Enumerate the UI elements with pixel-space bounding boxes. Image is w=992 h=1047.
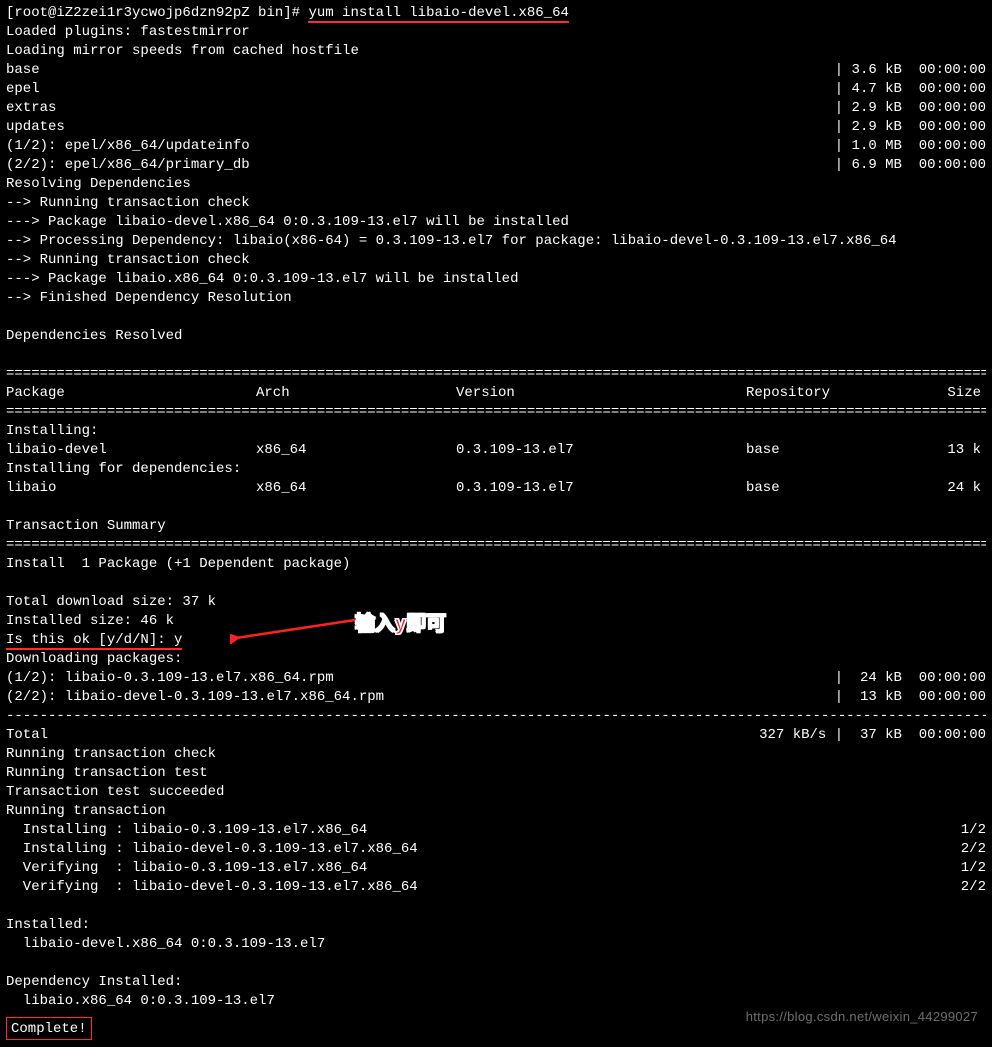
dep-installed-pkg: libaio.x86_64 0:0.3.109-13.el7 [6,992,986,1011]
repo-size-time: | 2.9 kB 00:00:00 [835,118,986,137]
repo-name: updates [6,118,65,137]
repo-name: base [6,61,40,80]
repo-name: extras [6,99,56,118]
output-line: --> Finished Dependency Resolution [6,289,986,308]
trans-step-row: Installing : libaio-0.3.109-13.el7.x86_6… [6,821,986,840]
col-repo: Repository [746,384,921,403]
repo-row: updates | 2.9 kB 00:00:00 [6,118,986,137]
divider-eq: ========================================… [6,365,986,384]
col-version: Version [456,384,746,403]
installing-dep-label: Installing for dependencies: [6,460,986,479]
col-package: Package [6,384,256,403]
divider-dash: ----------------------------------------… [6,707,986,726]
repo-file-label: (2/2): epel/x86_64/primary_db [6,156,250,175]
shell-prompt-line: [root@iZ2zei1r3ycwojp6dzn92pZ bin]# yum … [6,4,986,23]
output-line: Loaded plugins: fastestmirror [6,23,986,42]
blank-line [6,954,986,973]
output-line: Resolving Dependencies [6,175,986,194]
dep-installed-label: Dependency Installed: [6,973,986,992]
repo-size-time: | 3.6 kB 00:00:00 [835,61,986,80]
output-line: ---> Package libaio.x86_64 0:0.3.109-13.… [6,270,986,289]
deps-resolved: Dependencies Resolved [6,327,986,346]
output-line: Running transaction check [6,745,986,764]
output-line: ---> Package libaio-devel.x86_64 0:0.3.1… [6,213,986,232]
output-line: Running transaction [6,802,986,821]
repo-size-time: | 4.7 kB 00:00:00 [835,80,986,99]
total-row: Total 327 kB/s | 37 kB 00:00:00 [6,726,986,745]
divider-eq: ========================================… [6,403,986,422]
package-row: libaio-devel x86_64 0.3.109-13.el7 base … [6,441,986,460]
trans-step-row: Installing : libaio-devel-0.3.109-13.el7… [6,840,986,859]
output-line: --> Running transaction check [6,251,986,270]
output-line: Running transaction test [6,764,986,783]
output-line: Transaction test succeeded [6,783,986,802]
output-line: --> Processing Dependency: libaio(x86-64… [6,232,986,251]
downloading-label: Downloading packages: [6,650,986,669]
repo-file-size-time: | 6.9 MB 00:00:00 [835,156,986,175]
package-row: libaio x86_64 0.3.109-13.el7 base 24 k [6,479,986,498]
installed-label: Installed: [6,916,986,935]
shell-command[interactable]: yum install libaio-devel.x86_64 [308,5,568,23]
download-row: (1/2): libaio-0.3.109-13.el7.x86_64.rpm … [6,669,986,688]
blank-line [6,346,986,365]
download-row: (2/2): libaio-devel-0.3.109-13.el7.x86_6… [6,688,986,707]
repo-name: epel [6,80,40,99]
repo-row: base | 3.6 kB 00:00:00 [6,61,986,80]
installed-size: Installed size: 46 k [6,612,986,631]
confirm-prompt: Is this ok [y/d/N]: y [6,632,182,650]
repo-file-row: (1/2): epel/x86_64/updateinfo | 1.0 MB 0… [6,137,986,156]
trans-step-row: Verifying : libaio-devel-0.3.109-13.el7.… [6,878,986,897]
repo-size-time: | 2.9 kB 00:00:00 [835,99,986,118]
installing-label: Installing: [6,422,986,441]
confirm-answer[interactable]: y [174,632,182,648]
divider-eq: ========================================… [6,536,986,555]
output-line: Loading mirror speeds from cached hostfi… [6,42,986,61]
trans-step-row: Verifying : libaio-0.3.109-13.el7.x86_64… [6,859,986,878]
complete-text: Complete! [11,1021,87,1037]
repo-row: extras | 2.9 kB 00:00:00 [6,99,986,118]
transaction-summary-label: Transaction Summary [6,517,986,536]
col-arch: Arch [256,384,456,403]
shell-prompt: [root@iZ2zei1r3ycwojp6dzn92pZ bin]# [6,5,308,21]
blank-line [6,574,986,593]
blank-line [6,498,986,517]
table-header: Package Arch Version Repository Size [6,384,986,403]
install-summary: Install 1 Package (+1 Dependent package) [6,555,986,574]
blank-line [6,897,986,916]
total-download: Total download size: 37 k [6,593,986,612]
installed-pkg: libaio-devel.x86_64 0:0.3.109-13.el7 [6,935,986,954]
blank-line [6,308,986,327]
repo-file-label: (1/2): epel/x86_64/updateinfo [6,137,250,156]
complete-box: Complete! [6,1017,92,1040]
repo-file-size-time: | 1.0 MB 00:00:00 [835,137,986,156]
output-line: --> Running transaction check [6,194,986,213]
col-size: Size [921,384,981,403]
repo-row: epel | 4.7 kB 00:00:00 [6,80,986,99]
repo-file-row: (2/2): epel/x86_64/primary_db | 6.9 MB 0… [6,156,986,175]
confirm-prompt-line: Is this ok [y/d/N]: y [6,631,986,650]
